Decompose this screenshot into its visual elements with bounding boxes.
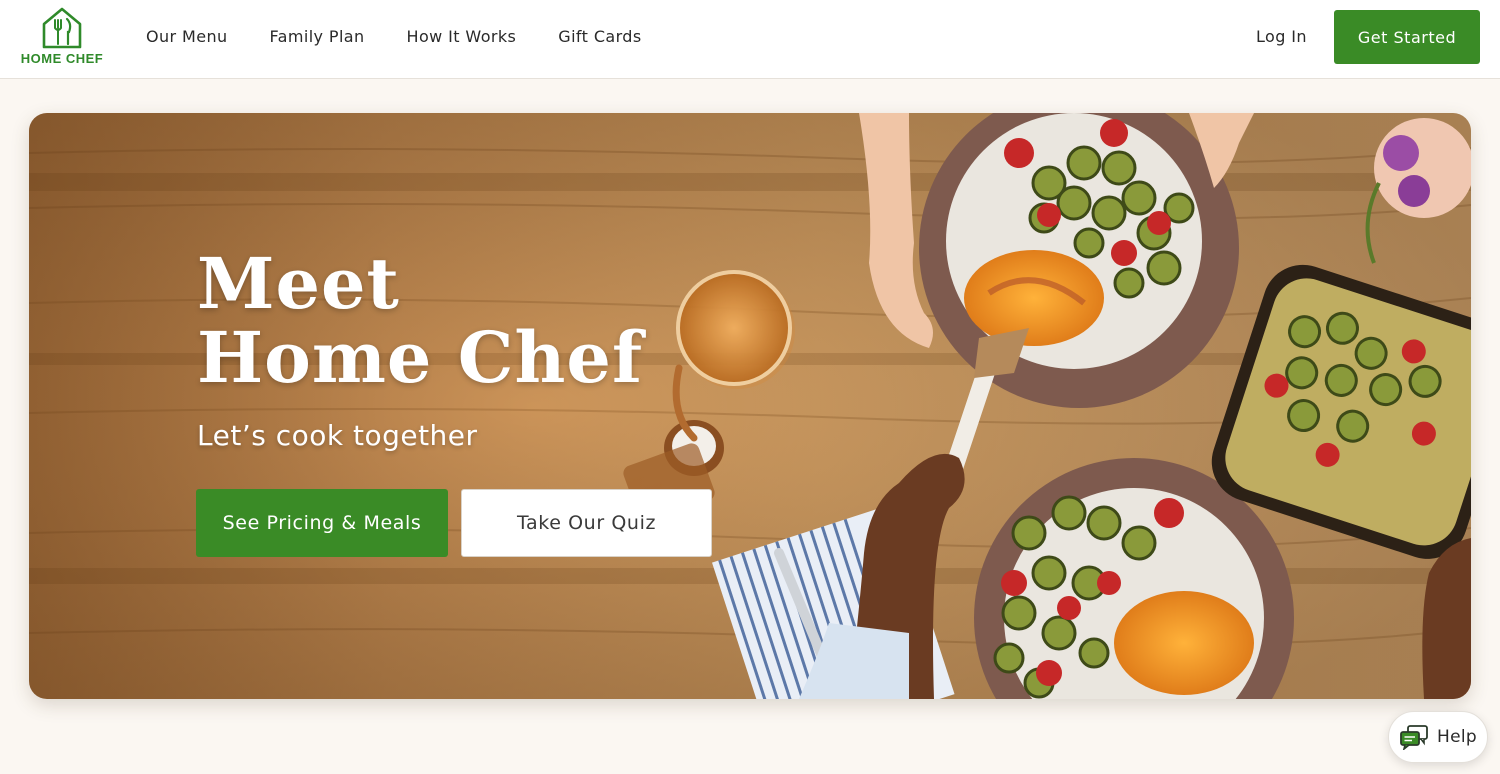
nav-link-our-menu[interactable]: Our Menu [146,27,228,46]
login-link[interactable]: Log In [1256,27,1307,46]
nav-link-how-it-works[interactable]: How It Works [407,27,517,46]
help-widget-button[interactable]: Help [1388,711,1488,763]
hero-title: Meet Home Chef [197,247,643,395]
logo-text: HOME CHEF [20,51,104,66]
top-navigation: HOME CHEF Our Menu Family Plan How It Wo… [0,0,1500,79]
take-quiz-button[interactable]: Take Our Quiz [461,489,712,557]
home-chef-logo[interactable]: HOME CHEF [18,6,106,68]
nav-link-gift-cards[interactable]: Gift Cards [558,27,641,46]
primary-nav: Our Menu Family Plan How It Works Gift C… [146,27,684,46]
nav-link-family-plan[interactable]: Family Plan [270,27,365,46]
house-fork-knife-icon [42,7,82,49]
hero-banner: Meet Home Chef Let’s cook together See P… [29,113,1471,699]
hero-title-line-1: Meet [197,242,400,325]
chat-bubbles-icon [1400,725,1428,750]
help-label: Help [1437,727,1477,747]
hero-title-line-2: Home Chef [197,316,644,399]
get-started-button[interactable]: Get Started [1334,10,1480,64]
hero-subtitle: Let’s cook together [197,419,478,452]
hero-background-image [29,113,1471,699]
see-pricing-button[interactable]: See Pricing & Meals [196,489,448,557]
